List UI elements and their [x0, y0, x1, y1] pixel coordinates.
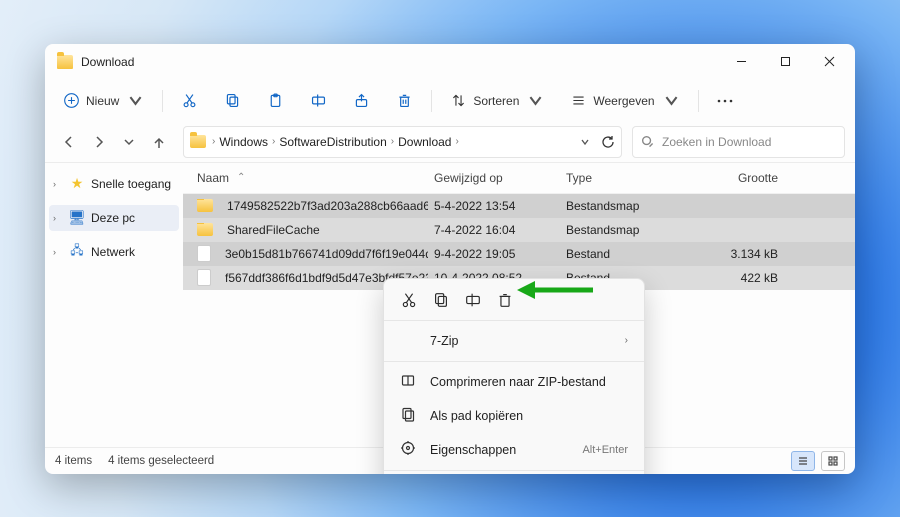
- folder-icon: [197, 223, 213, 236]
- col-type[interactable]: Type: [560, 171, 692, 185]
- ctx-7zip[interactable]: 7-Zip›: [384, 324, 644, 358]
- rename-button[interactable]: [300, 85, 337, 117]
- chevron-right-icon[interactable]: ›: [53, 179, 63, 189]
- back-button[interactable]: [55, 128, 83, 156]
- recent-button[interactable]: [115, 128, 143, 156]
- close-button[interactable]: [807, 44, 851, 80]
- icons-view-button[interactable]: [821, 451, 845, 471]
- crumb-windows[interactable]: Windows: [219, 135, 268, 149]
- window-title: Download: [81, 55, 134, 69]
- chevron-right-icon[interactable]: ›: [53, 247, 63, 257]
- delete-icon[interactable]: [496, 291, 514, 309]
- more-button[interactable]: [707, 85, 743, 117]
- search-input[interactable]: Zoeken in Download: [632, 126, 845, 158]
- refresh-icon[interactable]: [601, 135, 615, 149]
- cut-button[interactable]: [171, 85, 208, 117]
- crumb-download[interactable]: Download: [398, 135, 451, 149]
- ctx-copy-path[interactable]: Als pad kopiëren: [384, 399, 644, 433]
- context-menu: 7-Zip› Comprimeren naar ZIP-bestand Als …: [383, 278, 645, 474]
- paste-button[interactable]: [257, 85, 294, 117]
- folder-icon: [197, 199, 213, 212]
- rename-icon[interactable]: [464, 291, 482, 309]
- status-selected: 4 items geselecteerd: [108, 455, 214, 467]
- folder-icon: [57, 55, 73, 69]
- up-button[interactable]: [145, 128, 173, 156]
- maximize-button[interactable]: [763, 44, 807, 80]
- sort-asc-icon: ⌃: [237, 172, 245, 183]
- table-row[interactable]: 1749582522b7f3ad203a288cb66aad6b5-4-2022…: [183, 194, 855, 218]
- share-button[interactable]: [343, 85, 380, 117]
- col-name[interactable]: Naam: [197, 171, 229, 185]
- chevron-right-icon: ›: [625, 335, 628, 346]
- folder-icon: [190, 135, 206, 148]
- copy-button[interactable]: [214, 85, 251, 117]
- copy-icon[interactable]: [432, 291, 450, 309]
- search-icon: [641, 135, 654, 148]
- chevron-right-icon[interactable]: ›: [53, 213, 63, 223]
- network-icon: 🖧: [69, 244, 85, 260]
- breadcrumb[interactable]: › Windows› SoftwareDistribution› Downloa…: [183, 126, 622, 158]
- file-icon: [197, 245, 211, 262]
- minimize-button[interactable]: [719, 44, 763, 80]
- ctx-compress-zip[interactable]: Comprimeren naar ZIP-bestand: [384, 365, 644, 399]
- details-view-button[interactable]: [791, 451, 815, 471]
- body: › ★ Snelle toegang › 🖥 Deze pc › 🖧 Netwe…: [45, 163, 855, 447]
- table-row[interactable]: SharedFileCache7-4-2022 16:04Bestandsmap: [183, 218, 855, 242]
- address-bar: › Windows› SoftwareDistribution› Downloa…: [45, 122, 855, 163]
- sidebar: › ★ Snelle toegang › 🖥 Deze pc › 🖧 Netwe…: [45, 163, 183, 447]
- file-icon: [197, 269, 211, 286]
- col-modified[interactable]: Gewijzigd op: [428, 171, 560, 185]
- status-count: 4 items: [55, 455, 92, 467]
- view-button[interactable]: Weergeven: [560, 85, 689, 117]
- ctx-properties[interactable]: Eigenschappen Alt+Enter: [384, 433, 644, 467]
- cut-icon[interactable]: [400, 291, 418, 309]
- col-size[interactable]: Grootte: [692, 171, 784, 185]
- sidebar-item-quick-access[interactable]: › ★ Snelle toegang: [49, 171, 179, 197]
- star-icon: ★: [69, 176, 85, 192]
- file-list: Naam ⌃ Gewijzigd op Type Grootte 17495825…: [183, 163, 855, 447]
- sidebar-item-network[interactable]: › 🖧 Netwerk: [49, 239, 179, 265]
- sort-button[interactable]: Sorteren: [440, 85, 554, 117]
- table-row[interactable]: 3e0b15d81b766741d09dd7f6f19e044db3625c29…: [183, 242, 855, 266]
- titlebar: Download: [45, 44, 855, 80]
- column-headers[interactable]: Naam ⌃ Gewijzigd op Type Grootte: [183, 163, 855, 194]
- chevron-down-icon[interactable]: [579, 136, 591, 148]
- monitor-icon: 🖥: [69, 210, 85, 226]
- sidebar-item-this-pc[interactable]: › 🖥 Deze pc: [49, 205, 179, 231]
- forward-button[interactable]: [85, 128, 113, 156]
- explorer-window: Download Nieuw Sorteren Weergeven: [45, 44, 855, 474]
- new-button[interactable]: Nieuw: [53, 85, 154, 117]
- delete-button[interactable]: [386, 85, 423, 117]
- crumb-swdist[interactable]: SoftwareDistribution: [279, 135, 386, 149]
- toolbar: Nieuw Sorteren Weergeven: [45, 80, 855, 122]
